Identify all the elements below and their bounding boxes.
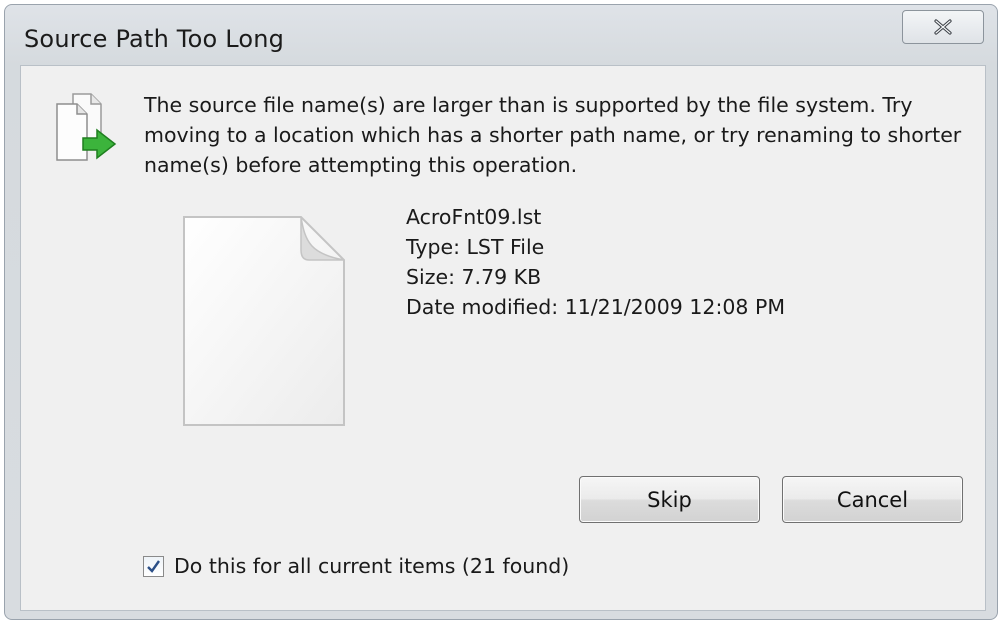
- generic-file-icon: [183, 216, 345, 426]
- file-name: AcroFnt09.lst: [406, 205, 542, 229]
- dialog-window: Source Path Too Long The source file nam…: [4, 4, 998, 620]
- apply-to-all-checkbox[interactable]: [143, 555, 164, 577]
- dialog-body: The source file name(s) are larger than …: [20, 65, 986, 611]
- skip-button[interactable]: Skip: [579, 476, 760, 523]
- close-button[interactable]: [902, 10, 984, 44]
- error-message: The source file name(s) are larger than …: [144, 93, 962, 177]
- checkmark-icon: [147, 559, 160, 573]
- copy-files-icon: [56, 93, 117, 161]
- file-size: Size: 7.79 KB: [406, 265, 542, 289]
- dialog-title: Source Path Too Long: [24, 25, 285, 53]
- apply-to-all-label: Do this for all current items (21 found): [174, 554, 570, 578]
- cancel-button[interactable]: Cancel: [782, 476, 963, 523]
- file-type: Type: LST File: [406, 235, 545, 259]
- close-icon: [934, 19, 952, 35]
- file-details: AcroFnt09.lst Type: LST File Size: 7.79 …: [406, 202, 785, 322]
- apply-to-all-option[interactable]: Do this for all current items (21 found): [143, 554, 569, 578]
- file-date-modified: Date modified: 11/21/2009 12:08 PM: [406, 295, 786, 319]
